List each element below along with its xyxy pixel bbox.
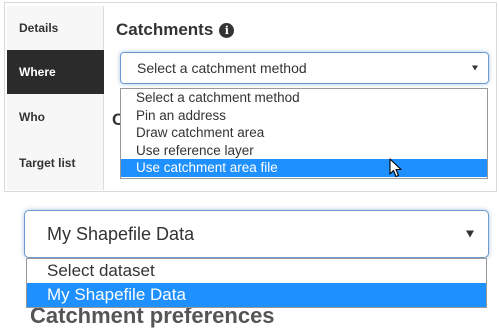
sidebar-item-target-list[interactable]: Target list <box>7 141 104 185</box>
option-use-reference-layer[interactable]: Use reference layer <box>121 142 487 160</box>
caret-down-icon <box>466 230 474 238</box>
option-use-catchment-area-file[interactable]: Use catchment area file <box>121 159 487 177</box>
dataset-select[interactable]: My Shapefile Data <box>24 210 489 258</box>
catchment-method-select[interactable]: Select a catchment method <box>120 52 489 84</box>
sidebar-item-details[interactable]: Details <box>7 6 104 50</box>
option-select-catchment-method[interactable]: Select a catchment method <box>121 89 487 107</box>
catchment-method-options: Select a catchment method Pin an address… <box>120 88 488 179</box>
option-select-dataset[interactable]: Select dataset <box>27 259 486 283</box>
dataset-options: Select dataset My Shapefile Data <box>26 258 487 308</box>
caret-down-icon <box>472 65 478 71</box>
page-title: Catchments i <box>116 20 235 40</box>
option-pin-an-address[interactable]: Pin an address <box>121 107 487 125</box>
option-my-shapefile-data[interactable]: My Shapefile Data <box>27 283 486 307</box>
sidebar-item-where[interactable]: Where <box>7 50 104 94</box>
sidebar: Details Where Who Target list <box>7 6 104 190</box>
mouse-pointer-icon <box>389 158 402 178</box>
option-draw-catchment-area[interactable]: Draw catchment area <box>121 124 487 142</box>
sidebar-item-who[interactable]: Who <box>7 95 104 139</box>
info-icon[interactable]: i <box>219 22 235 38</box>
